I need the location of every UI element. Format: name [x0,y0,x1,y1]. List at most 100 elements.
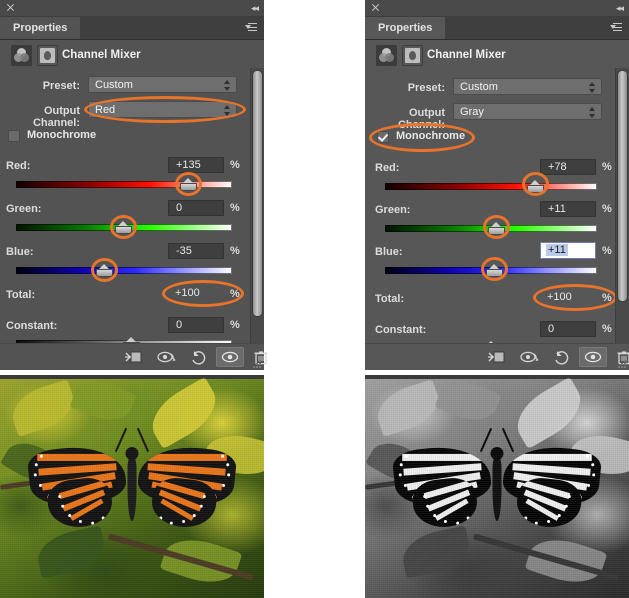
adjustment-header: Channel Mixer [365,40,629,71]
red-value-input[interactable]: +78 [540,159,596,175]
red-slider-thumb[interactable] [528,180,543,193]
panel-tabstrip: Properties [365,17,629,40]
resize-grip-icon[interactable] [617,359,626,368]
total-value-display: +100 [540,290,596,306]
panel-titlebar: ◂◂ [365,0,629,17]
reset-icon [548,347,576,367]
blue-value: -35 [176,245,192,257]
view-previous-state-button[interactable] [515,347,543,367]
adjustment-header: Channel Mixer [0,40,264,71]
panel-scrollbar-thumb[interactable] [253,71,262,316]
layer-mask-icon[interactable] [37,45,58,66]
reset-icon [185,347,213,367]
constant-value-input[interactable]: 0 [168,317,224,333]
red-unit: % [230,159,240,171]
eye-icon [579,347,607,367]
output-channel-label: Output Channel: [32,105,80,129]
view-previous-state-button[interactable] [152,347,180,367]
monochrome-checkbox[interactable] [8,130,20,142]
green-slider-thumb[interactable] [116,221,131,234]
preset-select[interactable]: Custom [453,78,602,95]
blue-label: Blue: [6,246,34,258]
blue-slider-thumb[interactable] [97,264,112,277]
close-icon[interactable] [6,3,15,12]
clip-to-layer-button[interactable] [120,347,148,367]
preset-label: Preset: [407,82,445,94]
tab-properties[interactable]: Properties [365,17,446,39]
chevron-updown-icon [224,105,231,116]
eye-icon [216,347,244,367]
panel-titlebar: ◂◂ [0,0,264,17]
chevron-updown-icon [589,82,596,93]
photo-canvas-grayscale [365,375,629,598]
eye-previous-icon [515,347,543,367]
output-channel-value: Red [95,104,116,116]
monochrome-label: Monochrome [27,129,97,141]
color-photo-monarch-butterfly [0,375,264,598]
close-icon[interactable] [371,3,380,12]
red-unit: % [602,161,612,173]
constant-label: Constant: [6,320,58,332]
green-value-input[interactable]: +11 [540,201,596,217]
preset-label: Preset: [42,80,80,92]
monochrome-checkbox[interactable] [377,131,389,143]
blue-value-input[interactable]: -35 [168,243,224,259]
panel-menu-icon[interactable] [610,23,622,33]
red-label: Red: [6,160,31,172]
constant-label: Constant: [375,324,427,336]
chevron-updown-icon [224,80,231,91]
panel-scrollbar-thumb[interactable] [618,71,627,301]
constant-value: 0 [176,319,183,331]
clip-to-layer-icon [483,347,511,367]
channel-mixer-body: Preset: Custom Output Channel: Gray Mono… [365,68,629,353]
green-slider-thumb[interactable] [489,222,504,235]
toggle-visibility-button[interactable] [216,347,244,367]
properties-panel-right: ◂◂ Properties Channel Mixer Preset: Cust… [365,0,629,370]
collapse-panel-icon[interactable]: ◂◂ [251,4,259,13]
red-slider-thumb[interactable] [181,178,196,191]
panel-menu-icon[interactable] [245,23,257,33]
red-slider-track[interactable] [385,183,597,190]
channel-mixer-body: Preset: Custom Output Channel: Red Monoc… [0,68,264,349]
layer-mask-icon[interactable] [402,45,423,66]
blue-unit: % [602,245,612,257]
preset-select[interactable]: Custom [88,76,237,93]
output-channel-select[interactable]: Red [88,101,237,118]
constant-unit: % [602,323,612,335]
output-channel-select[interactable]: Gray [453,103,602,120]
channel-mixer-icon[interactable] [376,45,397,66]
monochrome-label: Monochrome [396,130,466,142]
resize-grip-icon[interactable] [252,359,261,368]
total-label: Total: [6,289,36,301]
red-label: Red: [375,162,400,174]
panel-tabstrip: Properties [0,17,264,40]
reset-button[interactable] [185,347,213,367]
total-value-display: +100 [168,286,224,302]
clip-to-layer-icon [120,347,148,367]
photo-canvas-color [0,375,264,598]
toggle-visibility-button[interactable] [579,347,607,367]
properties-panel-left: ◂◂ Properties Channel Mixer Preset: Cust… [0,0,268,370]
blue-slider-track[interactable] [16,267,232,274]
adjustment-toolbar [365,343,629,370]
eye-previous-icon [152,347,180,367]
green-label: Green: [6,203,42,215]
page-title: Channel Mixer [427,49,506,61]
tab-properties[interactable]: Properties [0,17,81,39]
blue-label: Blue: [375,246,403,258]
reset-button[interactable] [548,347,576,367]
output-channel-value: Gray [460,106,484,118]
red-value-input[interactable]: +135 [168,157,224,173]
constant-value-input[interactable]: 0 [540,321,596,337]
green-value-input[interactable]: 0 [168,200,224,216]
panel-scrollbar[interactable] [250,68,264,344]
red-slider-track[interactable] [16,181,232,188]
channel-mixer-icon[interactable] [11,45,32,66]
total-unit: % [602,292,612,304]
clip-to-layer-button[interactable] [483,347,511,367]
blue-slider-thumb[interactable] [487,264,502,277]
panel-scrollbar[interactable] [615,68,629,344]
blue-value-input[interactable]: +11 [540,242,596,259]
collapse-panel-icon[interactable]: ◂◂ [616,4,624,13]
constant-value: 0 [548,323,555,335]
